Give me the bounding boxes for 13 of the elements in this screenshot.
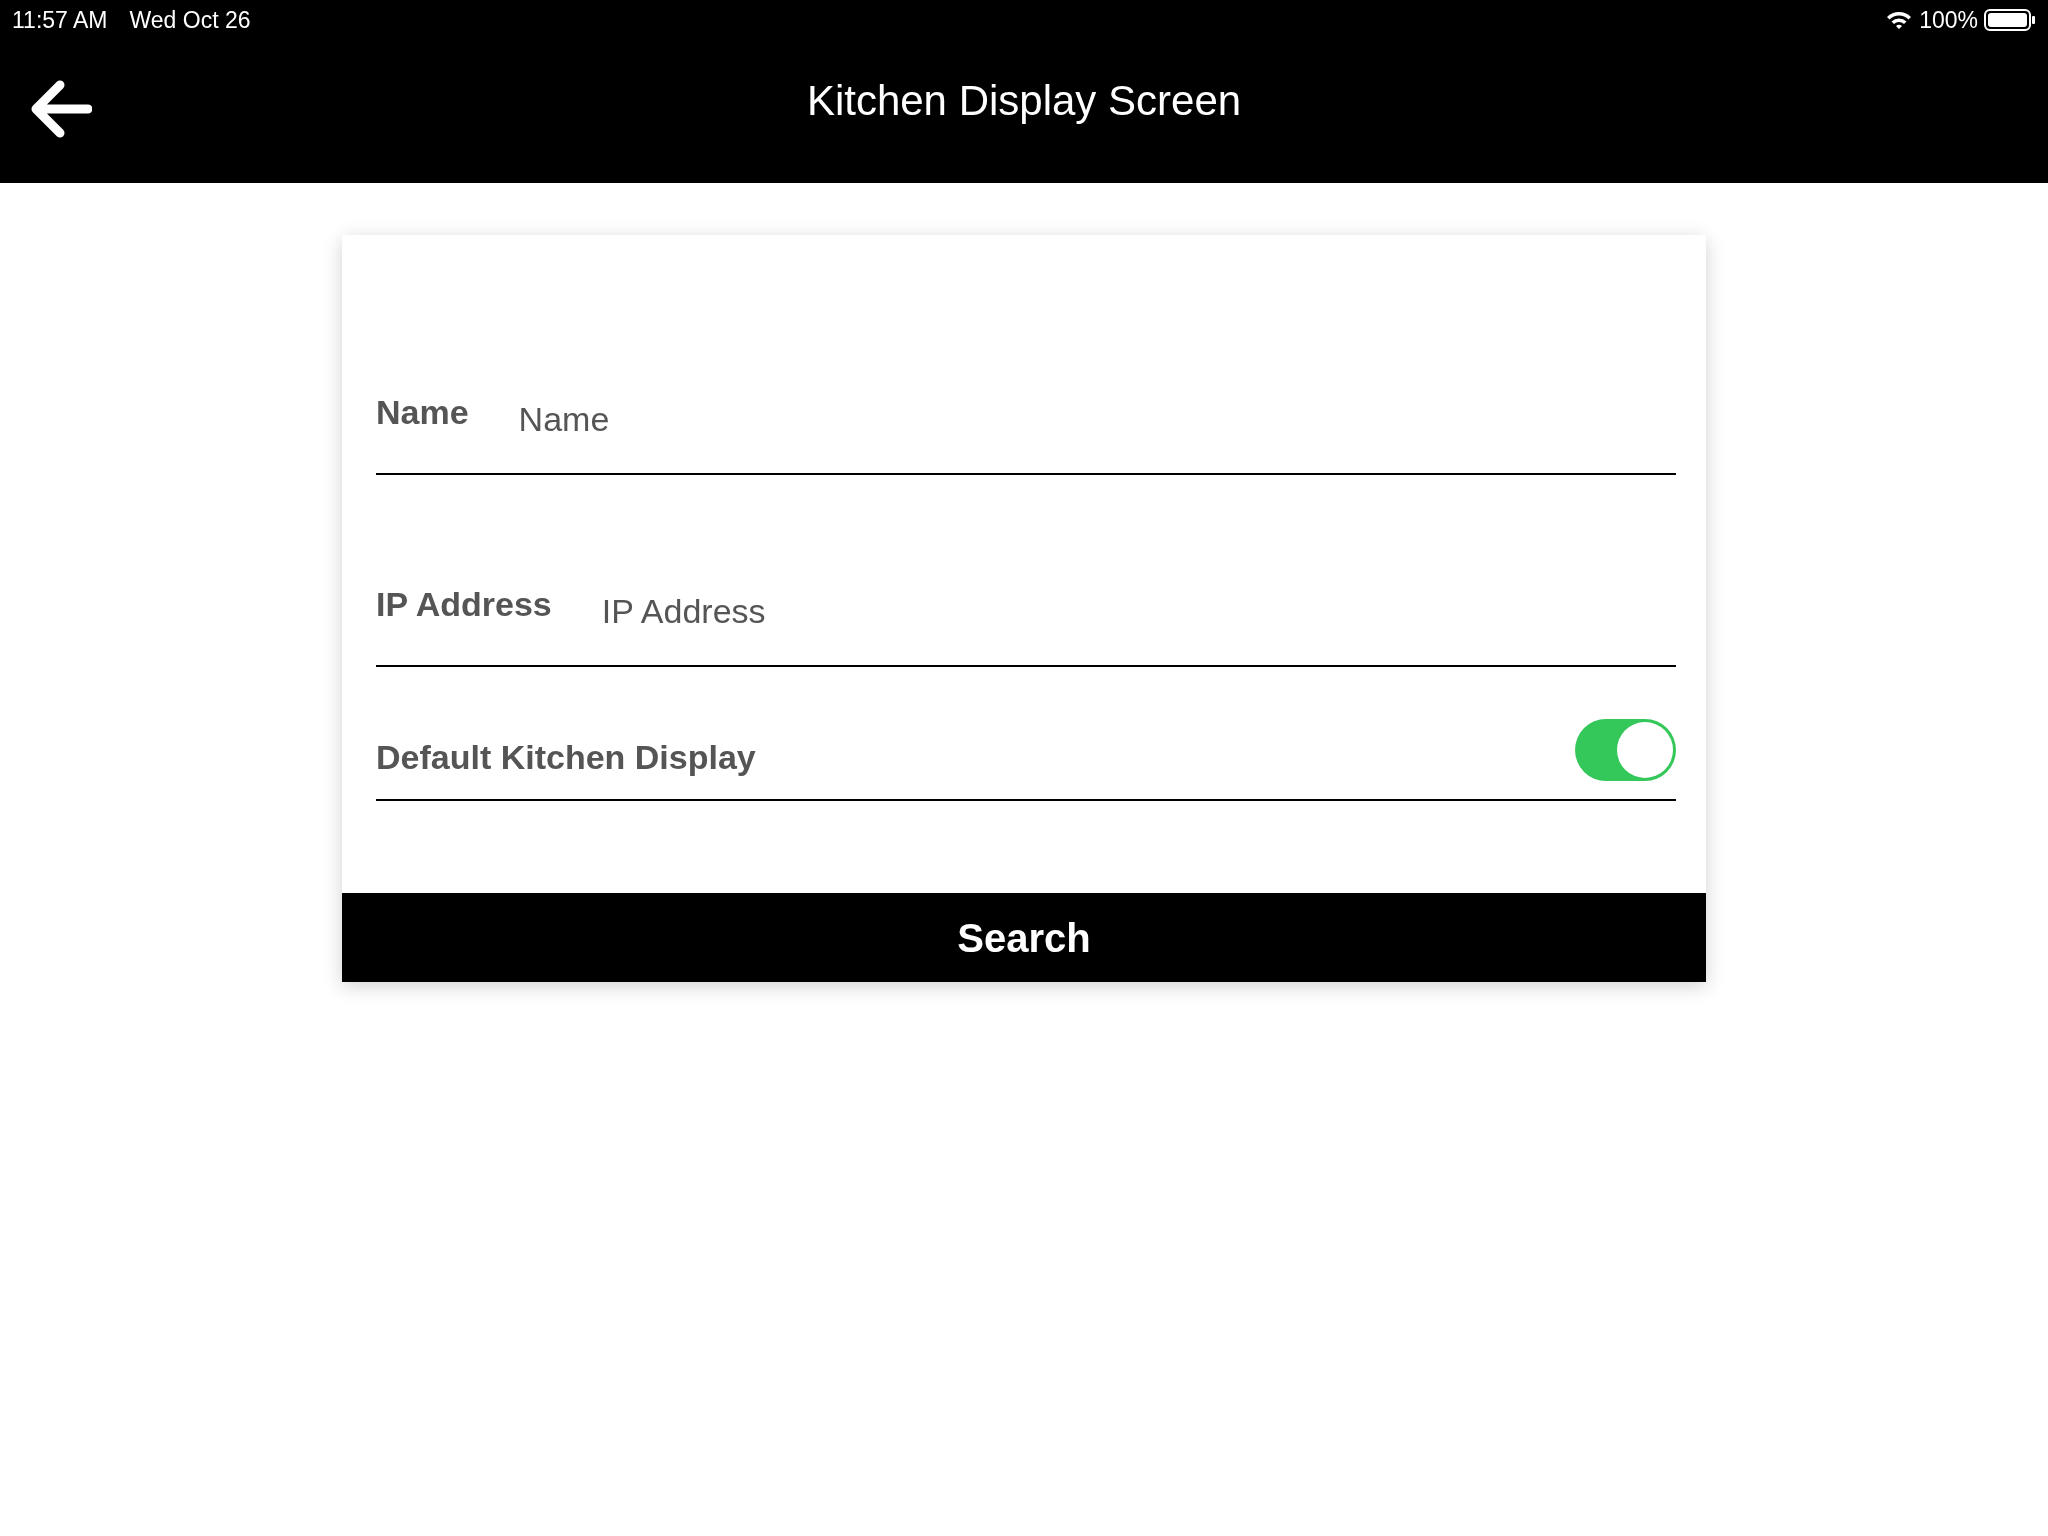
input-field[interactable]: IP Address: [601, 585, 1676, 637]
toggle-label: Default Kitchen Display: [376, 736, 756, 778]
battery-icon: [1984, 8, 2036, 32]
field-label: IP Address: [376, 583, 552, 625]
input-field[interactable]: Name: [518, 393, 1676, 445]
status-time: 11:57 AM: [12, 5, 108, 35]
field-label: Name: [376, 391, 469, 433]
screen-title: Kitchen Display Screen: [806, 76, 1242, 126]
search-button[interactable]: Search: [342, 893, 1706, 982]
status-date: Wed Oct 26: [129, 5, 251, 35]
back-arrow-icon[interactable]: [30, 80, 92, 138]
wifi-icon: [1885, 9, 1914, 31]
battery-percentage: 100%: [1919, 5, 1978, 35]
